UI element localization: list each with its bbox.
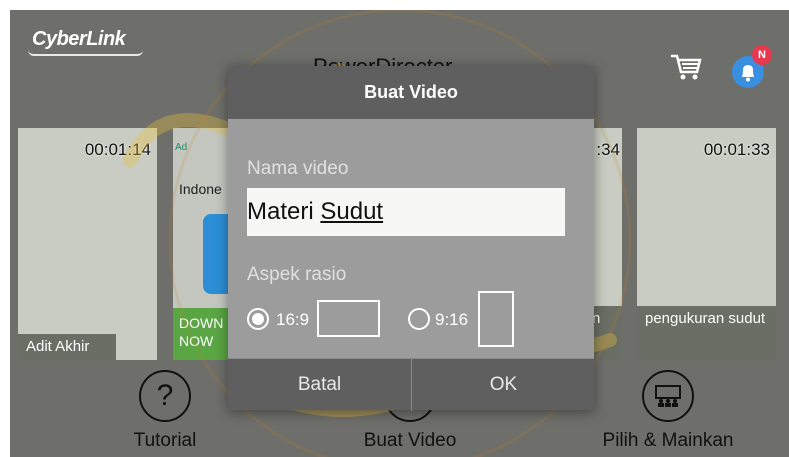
ad-download-button[interactable]: DOWN NOW bbox=[173, 308, 231, 360]
create-video-dialog: Buat Video Nama video Materi Sudut Aspek… bbox=[228, 66, 595, 411]
logo-swoosh bbox=[28, 50, 143, 56]
cancel-button[interactable]: Batal bbox=[228, 359, 411, 411]
video-name-input[interactable]: Materi Sudut bbox=[247, 188, 565, 236]
create-video-label: Buat Video bbox=[363, 430, 457, 451]
project-name: Adit Akhir bbox=[18, 334, 116, 360]
project-name: pengukuran sudut bbox=[637, 306, 776, 360]
select-and-play-label: Pilih & Mainkan bbox=[602, 430, 734, 451]
shopping-cart-icon[interactable] bbox=[669, 52, 703, 82]
tutorial-button[interactable]: ? Tutorial bbox=[105, 370, 225, 452]
select-and-play-button[interactable]: Pilih & Mainkan bbox=[578, 370, 758, 452]
notification-badge: N bbox=[752, 45, 772, 65]
question-icon: ? bbox=[139, 370, 191, 422]
project-card[interactable]: 00:01:14 Adit Akhir bbox=[18, 128, 157, 360]
presentation-audience-icon bbox=[642, 370, 694, 422]
project-duration: :34 bbox=[596, 140, 620, 159]
ad-text: D Indone bbox=[179, 181, 222, 197]
radio-9-16[interactable] bbox=[408, 308, 430, 330]
ratio-16-9-label: 16:9 bbox=[276, 310, 310, 329]
radio-16-9[interactable] bbox=[247, 308, 269, 330]
ratio-9-16-preview bbox=[478, 291, 514, 347]
ratio-9-16-label: 9:16 bbox=[435, 310, 469, 329]
video-name-label: Nama video bbox=[247, 158, 349, 179]
tutorial-label: Tutorial bbox=[133, 430, 197, 451]
aspect-ratio-label: Aspek rasio bbox=[247, 264, 347, 285]
ad-tag: Ad bbox=[175, 142, 188, 153]
dialog-title: Buat Video bbox=[364, 82, 458, 102]
cyberlink-logo: CyberLink bbox=[32, 28, 126, 50]
ad-app-icon bbox=[203, 214, 231, 294]
dialog-footer: Batal OK bbox=[228, 358, 595, 411]
ad-card[interactable]: Ad D Indone DOWN NOW bbox=[173, 128, 231, 360]
project-duration: 00:01:33 bbox=[703, 140, 770, 159]
ok-button[interactable]: OK bbox=[412, 359, 595, 411]
project-card[interactable]: 00:01:33 pengukuran sudut bbox=[637, 128, 776, 360]
app-screen: CyberLink PowerDirector N 00:01:14 Adit … bbox=[10, 10, 789, 457]
ratio-16-9-preview bbox=[317, 300, 380, 337]
project-duration: 00:01:14 bbox=[84, 140, 151, 159]
